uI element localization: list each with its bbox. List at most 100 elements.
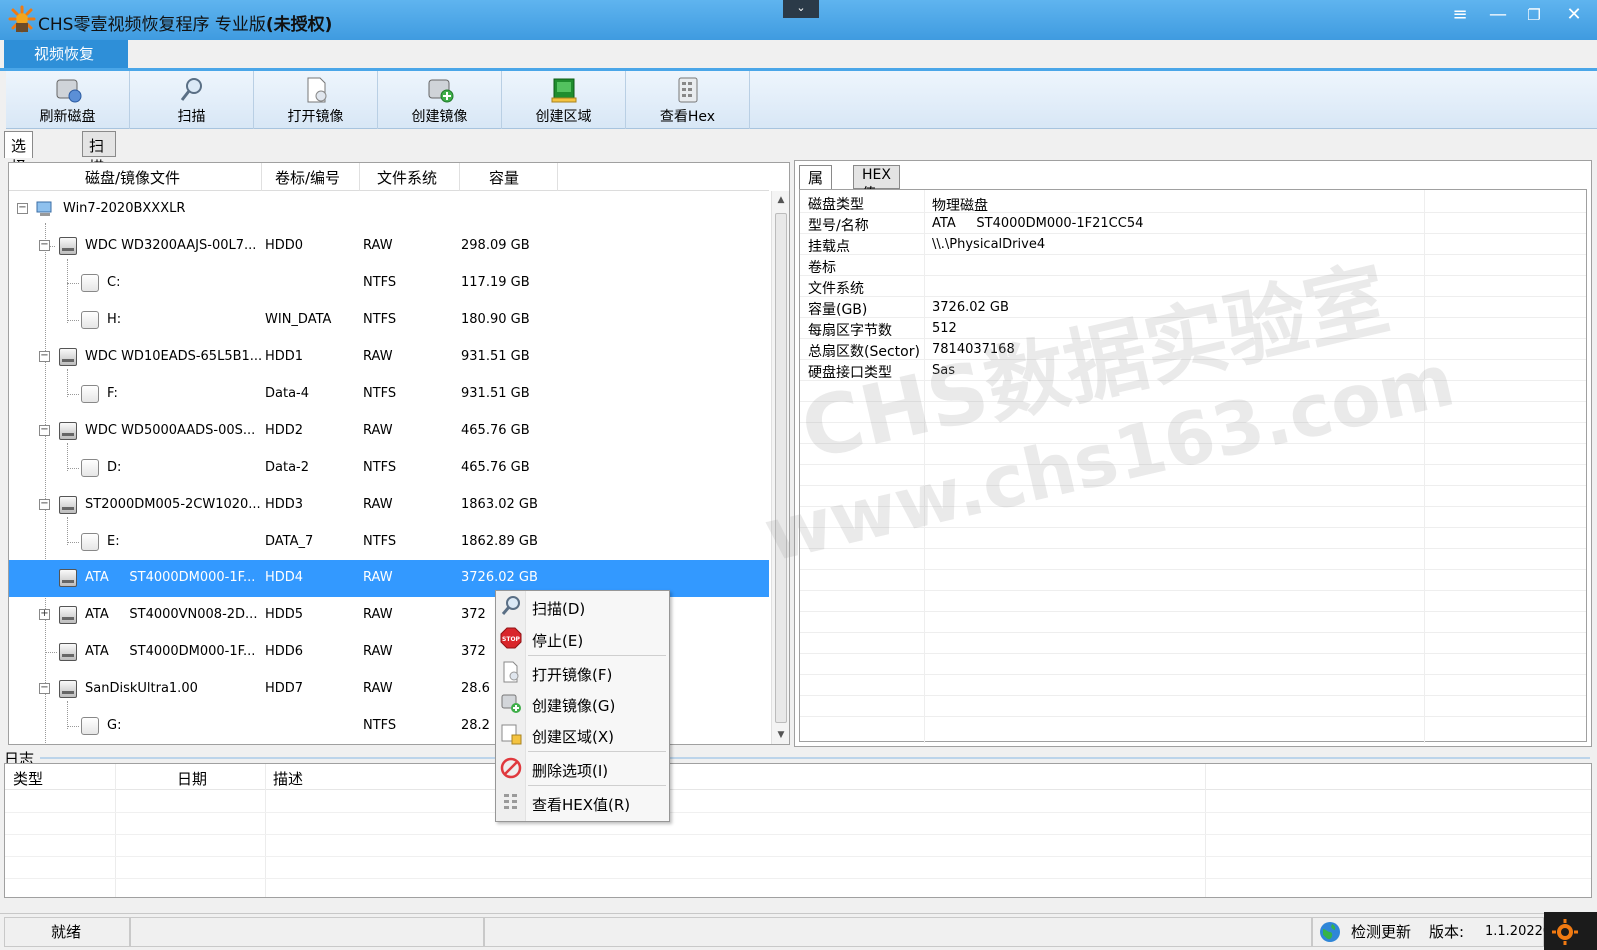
disk-filesystem: RAW xyxy=(363,681,393,696)
log-col-type[interactable]: 类型 xyxy=(13,768,43,789)
disk-filesystem: NTFS xyxy=(363,718,397,733)
create-image-icon xyxy=(501,694,521,713)
disk-filesystem: NTFS xyxy=(363,534,397,549)
prop-row: 硬盘接口类型 Sas xyxy=(800,360,1586,381)
tab-scan-results[interactable]: 扫描结果---> xyxy=(82,131,117,255)
prop-value: ATA ST4000DM000-1F21CC54 xyxy=(932,216,1144,231)
menu-item-create-image[interactable]: 创建镜像(G) xyxy=(496,689,669,719)
scroll-down-arrow-icon[interactable]: ▼ xyxy=(772,726,790,744)
create-image-button[interactable]: 创建镜像 xyxy=(378,71,502,129)
refresh-disk-button[interactable]: 刷新磁盘 xyxy=(6,71,130,129)
col-label[interactable]: 卷标/编号 xyxy=(275,167,340,188)
disk-list-panel: 磁盘/镜像文件 卷标/编号 文件系统 容量 − Win7-2020BXXXLR … xyxy=(8,162,790,745)
refresh-disk-icon xyxy=(56,79,81,103)
disk-capacity: 1862.89 GB xyxy=(461,534,538,549)
status-segment xyxy=(484,917,1312,947)
open-image-button[interactable]: 打开镜像 xyxy=(254,71,378,129)
tab-select-disk[interactable]: 选择磁盘 xyxy=(4,131,34,218)
version-number: 1.1.20220 xyxy=(1485,924,1552,939)
window-title: CHS零壹视频恢复程序 专业版(未授权) xyxy=(38,10,332,35)
prop-row-empty xyxy=(800,423,1586,444)
log-col-description[interactable]: 描述 xyxy=(273,768,303,789)
volume-icon xyxy=(81,311,99,329)
prop-key: 磁盘类型 xyxy=(808,197,864,213)
scroll-up-arrow-icon[interactable]: ▲ xyxy=(772,191,790,209)
tree-row-partition-d[interactable]: D: Data-2 NTFS 465.76 GB xyxy=(9,450,769,487)
disk-capacity: 28.6 xyxy=(461,681,490,696)
scan-button[interactable]: 扫描 xyxy=(130,71,254,129)
tree-row-computer[interactable]: − Win7-2020BXXXLR xyxy=(9,191,769,228)
menu-item-open-image[interactable]: 打开镜像(F) xyxy=(496,658,669,688)
menu-item-create-region[interactable]: 创建区域(X) xyxy=(496,720,669,750)
tree-row-partition-f[interactable]: F: Data-4 NTFS 931.51 GB xyxy=(9,376,769,413)
collapse-icon[interactable]: − xyxy=(17,203,28,214)
col-disk-image[interactable]: 磁盘/镜像文件 xyxy=(85,167,180,188)
tree-row-hdd3[interactable]: − ST2000DM005-2CW1020... HDD3 RAW 1863.0… xyxy=(9,487,769,524)
tree-row-partition-h[interactable]: H: WIN_DATA NTFS 180.90 GB xyxy=(9,302,769,339)
menu-item-stop[interactable]: STOP 停止(E) xyxy=(496,624,669,654)
scroll-thumb[interactable] xyxy=(775,213,787,723)
collapse-icon[interactable]: − xyxy=(39,683,50,694)
title-dropdown-button[interactable]: ⌄ xyxy=(783,0,819,18)
title-bar: CHS零壹视频恢复程序 专业版(未授权) ⌄ ≡ — ❐ ✕ xyxy=(0,0,1597,40)
col-filesystem[interactable]: 文件系统 xyxy=(377,167,437,188)
disk-name: SanDiskUltra1.00 xyxy=(85,681,198,696)
prop-row-empty xyxy=(800,549,1586,570)
disk-label: HDD1 xyxy=(265,349,304,364)
prop-value: 3726.02 GB xyxy=(932,300,1009,315)
menu-separator xyxy=(528,785,666,786)
tree-row-partition-e[interactable]: E: DATA_7 NTFS 1862.89 GB xyxy=(9,524,769,561)
menu-item-scan[interactable]: 扫描(D) xyxy=(496,592,669,622)
prop-value: 512 xyxy=(932,321,957,336)
minimize-button[interactable]: — xyxy=(1484,4,1512,28)
prop-row-empty xyxy=(800,465,1586,486)
prop-key: 卷标 xyxy=(808,260,836,276)
disk-table-header: 磁盘/镜像文件 卷标/编号 文件系统 容量 xyxy=(9,163,769,191)
create-region-icon xyxy=(501,724,522,745)
disk-label: HDD3 xyxy=(265,497,304,512)
context-menu: 扫描(D) STOP 停止(E) 打开镜像(F) 创建镜像(G) 创建区域(X)… xyxy=(495,590,670,822)
menu-tab-video-recovery[interactable]: 视频恢复 xyxy=(4,40,128,68)
tree-row-partition-c[interactable]: C: NTFS 117.19 GB xyxy=(9,265,769,302)
create-image-label: 创建镜像 xyxy=(411,109,468,125)
tab-attributes[interactable]: 属性 xyxy=(799,165,833,208)
create-region-button[interactable]: 创建区域 xyxy=(502,71,626,129)
disk-label: Data-2 xyxy=(265,460,310,475)
create-region-label: 创建区域 xyxy=(535,109,592,125)
menu-item-delete-option[interactable]: 删除选项(I) xyxy=(496,754,669,784)
disk-name: WDC WD3200AAJS-00L7... xyxy=(85,238,257,253)
log-col-date[interactable]: 日期 xyxy=(177,768,207,789)
disk-name: D: xyxy=(107,460,122,475)
collapse-icon[interactable]: − xyxy=(39,240,50,251)
tree-row-hdd0[interactable]: − WDC WD3200AAJS-00L7... HDD0 RAW 298.09… xyxy=(9,228,769,265)
license-status: (未授权) xyxy=(265,15,333,35)
app-logo-icon xyxy=(8,5,36,33)
disk-name: F: xyxy=(107,386,118,401)
col-capacity[interactable]: 容量 xyxy=(489,167,519,188)
tab-hex-value[interactable]: HEX值 xyxy=(853,165,900,202)
disk-list-scrollbar[interactable]: ▲ ▼ xyxy=(771,191,789,744)
log-header: 类型 日期 描述 xyxy=(5,764,1591,790)
disk-filesystem: RAW xyxy=(363,607,393,622)
menu-item-label: 打开镜像(F) xyxy=(532,666,613,684)
prop-row: 每扇区字节数 512 xyxy=(800,318,1586,339)
menu-item-label: 创建区域(X) xyxy=(532,728,614,746)
restore-button[interactable]: ❐ xyxy=(1520,4,1548,28)
collapse-icon[interactable]: − xyxy=(39,425,50,436)
close-button[interactable]: ✕ xyxy=(1560,4,1588,28)
disk-label: HDD6 xyxy=(265,644,304,659)
main-menu-icon[interactable]: ≡ xyxy=(1446,4,1474,28)
check-update-link[interactable]: 检测更新 xyxy=(1351,918,1411,946)
disk-capacity: 465.76 GB xyxy=(461,460,530,475)
tree-row-hdd1[interactable]: − WDC WD10EADS-65L5B1... HDD1 RAW 931.51… xyxy=(9,339,769,376)
expand-icon[interactable]: + xyxy=(39,609,50,620)
menu-item-label: 查看HEX值(R) xyxy=(532,796,631,814)
collapse-icon[interactable]: − xyxy=(39,351,50,362)
view-hex-label: 查看Hex xyxy=(659,109,716,125)
collapse-icon[interactable]: − xyxy=(39,499,50,510)
prop-row-empty xyxy=(800,633,1586,654)
menu-item-view-hex[interactable]: 查看HEX值(R) xyxy=(496,788,669,818)
tree-row-hdd2[interactable]: − WDC WD5000AADS-00S... HDD2 RAW 465.76 … xyxy=(9,413,769,450)
view-hex-button[interactable]: 查看Hex xyxy=(626,71,750,129)
computer-icon xyxy=(36,201,52,216)
